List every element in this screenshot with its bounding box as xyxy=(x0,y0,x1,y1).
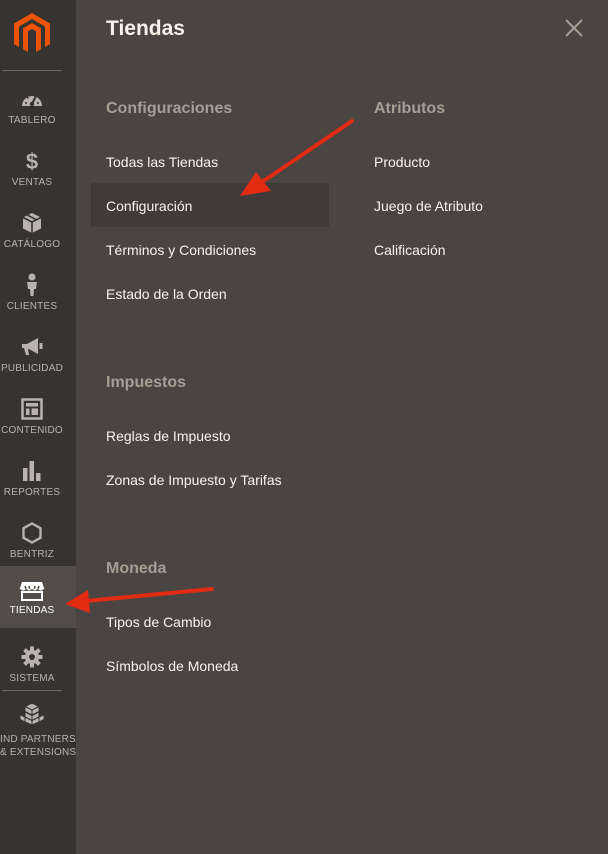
panel-title: Tiendas xyxy=(106,17,185,40)
sidebar-item-label: PUBLICIDAD xyxy=(0,363,63,374)
group-title-atributos: Atributos xyxy=(374,100,446,117)
magento-logo-icon[interactable] xyxy=(13,12,51,54)
sidebar-item-label: CLIENTES xyxy=(6,301,58,312)
admin-sidebar: TABLERO $ VENTAS CATÁLOGO CLIENTES PUBLI… xyxy=(0,0,76,854)
sidebar-item-label: TIENDAS xyxy=(9,605,55,616)
layout-icon xyxy=(0,397,64,421)
person-icon xyxy=(0,273,64,297)
group-title-moneda: Moneda xyxy=(106,560,167,577)
link-terminos-y-condiciones[interactable]: Términos y Condiciones xyxy=(106,241,256,259)
link-juego-de-atributo[interactable]: Juego de Atributo xyxy=(374,197,483,215)
sidebar-divider xyxy=(2,690,62,691)
megaphone-icon xyxy=(0,335,64,359)
sidebar-item-content[interactable]: CONTENIDO xyxy=(0,386,76,448)
dollar-icon: $ xyxy=(0,149,64,173)
sidebar-item-label: CATÁLOGO xyxy=(3,239,61,250)
box-icon xyxy=(0,211,64,235)
sidebar-item-label: VENTAS xyxy=(11,177,53,188)
sidebar-item-reports[interactable]: REPORTES xyxy=(0,448,76,510)
sidebar-item-system[interactable]: SISTEMA xyxy=(0,634,76,696)
sidebar-item-label: IND PARTNERS & EXTENSIONS xyxy=(0,733,77,759)
link-calificacion[interactable]: Calificación xyxy=(374,241,446,259)
hexagon-icon xyxy=(0,521,64,545)
sidebar-item-label: REPORTES xyxy=(3,487,61,498)
sidebar-item-label: SISTEMA xyxy=(9,673,55,684)
link-todas-las-tiendas[interactable]: Todas las Tiendas xyxy=(106,153,218,171)
gear-icon xyxy=(0,645,64,669)
link-configuracion[interactable]: Configuración xyxy=(106,197,192,215)
annotation-arrow-tiendas xyxy=(65,587,214,613)
sidebar-item-label-line1: IND PARTNERS xyxy=(0,734,76,745)
svg-text:$: $ xyxy=(26,149,38,173)
link-zonas-de-impuesto-y-tarifas[interactable]: Zonas de Impuesto y Tarifas xyxy=(106,471,282,489)
close-icon[interactable] xyxy=(562,16,586,40)
bar-chart-icon xyxy=(0,459,64,483)
link-estado-de-la-orden[interactable]: Estado de la Orden xyxy=(106,285,227,303)
store-icon xyxy=(0,579,64,603)
sidebar-item-label: TABLERO xyxy=(8,115,56,126)
sidebar-item-label-line2: & EXTENSIONS xyxy=(0,747,77,758)
sidebar-item-label: BENTRIZ xyxy=(9,549,55,560)
sidebar-item-bentriz[interactable]: BENTRIZ xyxy=(0,510,76,572)
sidebar-item-customers[interactable]: CLIENTES xyxy=(0,262,76,324)
blocks-icon xyxy=(0,702,64,726)
group-title-impuestos: Impuestos xyxy=(106,374,187,391)
annotation-arrows xyxy=(65,119,354,613)
sidebar-divider xyxy=(2,70,62,71)
link-reglas-de-impuesto[interactable]: Reglas de Impuesto xyxy=(106,427,231,445)
dashboard-icon xyxy=(0,87,64,111)
sidebar-item-sales[interactable]: $ VENTAS xyxy=(0,138,76,200)
link-simbolos-de-moneda[interactable]: Símbolos de Moneda xyxy=(106,657,238,675)
sidebar-item-partners-extensions[interactable]: IND PARTNERS & EXTENSIONS xyxy=(0,696,76,766)
group-title-configuraciones: Configuraciones xyxy=(106,100,233,117)
sidebar-item-catalog[interactable]: CATÁLOGO xyxy=(0,200,76,262)
sidebar-item-label: CONTENIDO xyxy=(1,425,63,436)
sidebar-item-marketing[interactable]: PUBLICIDAD xyxy=(0,324,76,386)
link-tipos-de-cambio[interactable]: Tipos de Cambio xyxy=(106,613,211,631)
sidebar-item-stores[interactable]: TIENDAS xyxy=(0,566,76,628)
link-producto[interactable]: Producto xyxy=(374,153,430,171)
sidebar-item-dashboard[interactable]: TABLERO xyxy=(0,76,76,138)
